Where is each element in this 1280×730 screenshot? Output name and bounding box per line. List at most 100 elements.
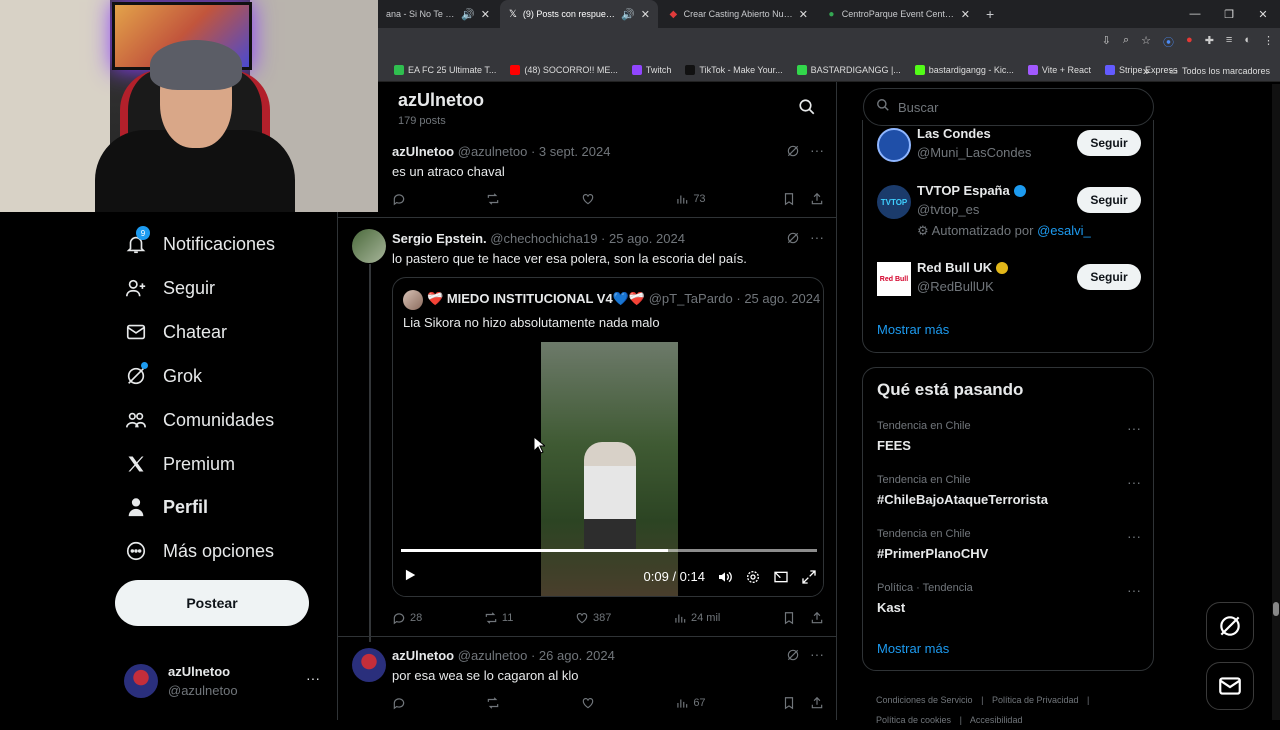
follow-button[interactable]: Seguir [1077, 187, 1141, 213]
tab-close-icon[interactable]: ✕ [961, 8, 970, 21]
views-button[interactable]: 24 mil [673, 611, 720, 625]
reply-button[interactable]: 28 [392, 611, 422, 625]
all-bookmarks-folder[interactable]: Todos los marcadores [1182, 66, 1270, 76]
reply-button[interactable] [392, 696, 410, 710]
bookmark-item[interactable]: Twitch [631, 64, 671, 75]
menu-icon[interactable]: ⋮ [1263, 34, 1274, 50]
trend-item[interactable]: Tendencia en Chile #PrimerPlanoCHV ··· [877, 528, 1141, 561]
tab-maps[interactable]: ● CentroParque Event Center - G ✕ [818, 0, 978, 28]
tab-close-icon[interactable]: ✕ [481, 8, 490, 21]
media-icon[interactable]: ≡ [1226, 34, 1232, 50]
sidebar-item-notifications[interactable]: 9 Notificaciones [124, 226, 275, 256]
footer-link[interactable]: Política de Privacidad [992, 695, 1079, 705]
footer-link[interactable]: Política de cookies [876, 715, 951, 725]
account-more-icon[interactable]: ··· [306, 670, 320, 686]
follow-suggestion[interactable]: TVTOP TVTOP España @tvtop_es ⚙ Automatiz… [877, 183, 1141, 247]
bookmark-item[interactable]: (48) SOCORRO!! ME... [510, 64, 618, 75]
retweet-button[interactable] [486, 192, 504, 206]
bookmark-item[interactable]: Vite + React [1027, 64, 1091, 75]
new-tab-button[interactable]: + [978, 0, 1002, 28]
bookmarks-overflow-icon[interactable]: » [1143, 64, 1150, 78]
follow-suggestion[interactable]: Las Condes @Muni_LasCondes Seguir [877, 126, 1141, 176]
bookmark-icon[interactable] [782, 192, 796, 206]
more-icon[interactable]: ··· [810, 142, 824, 158]
reply-button[interactable] [392, 192, 410, 206]
page-scrollbar[interactable] [1272, 84, 1280, 720]
video-player[interactable]: 0:09 / 0:14 [393, 342, 823, 596]
more-icon[interactable]: ··· [810, 229, 824, 245]
volume-icon[interactable] [717, 569, 733, 585]
like-button[interactable]: 387 [575, 611, 611, 625]
follow-button[interactable]: Seguir [1077, 264, 1141, 290]
tab-youtube[interactable]: ana - Si No Te Quiere - Y 🔊 ✕ [378, 0, 498, 28]
tab-close-icon[interactable]: ✕ [799, 8, 808, 21]
speaker-icon[interactable]: 🔊 [621, 8, 635, 21]
tweet-date[interactable]: 3 sept. 2024 [539, 144, 611, 159]
more-icon[interactable]: ··· [1127, 528, 1141, 544]
more-icon[interactable]: ··· [1127, 582, 1141, 598]
more-icon[interactable]: ··· [1127, 474, 1141, 490]
fullscreen-icon[interactable] [801, 569, 817, 585]
tweet-date[interactable]: 26 ago. 2024 [539, 648, 615, 663]
settings-icon[interactable] [745, 569, 761, 585]
tab-x-posts[interactable]: 𝕏 (9) Posts con respuestas de 🔊 ✕ [500, 0, 658, 28]
retweet-button[interactable] [486, 696, 504, 710]
share-icon[interactable] [810, 611, 824, 625]
sidebar-item-profile[interactable]: Perfil [124, 495, 208, 519]
trend-item[interactable]: Tendencia en Chile FEES ··· [877, 420, 1141, 453]
show-more-link[interactable]: Mostrar más [877, 641, 949, 656]
grok-icon[interactable] [786, 648, 800, 667]
tweet-date[interactable]: 25 ago. 2024 [609, 231, 685, 246]
sidebar-item-more[interactable]: Más opciones [124, 539, 274, 563]
account-switcher[interactable]: azUlnetoo @azulnetoo ··· [124, 660, 324, 704]
messages-fab-button[interactable] [1206, 662, 1254, 710]
share-icon[interactable] [810, 696, 824, 710]
restore-icon[interactable]: ❐ [1212, 8, 1246, 21]
share-icon[interactable] [810, 192, 824, 206]
footer-link[interactable]: Accesibilidad [970, 715, 1023, 725]
tweet[interactable]: azUlnetoo @azulnetoo · 26 ago. 2024 ··· … [338, 638, 836, 720]
tab-close-icon[interactable]: ✕ [641, 8, 650, 21]
install-icon[interactable]: ⇩ [1102, 34, 1111, 50]
bookmark-item[interactable]: BASTARDIGANGG |... [796, 64, 901, 75]
retweet-button[interactable]: 11 [484, 611, 513, 625]
search-input[interactable] [898, 99, 1138, 115]
bookmark-item[interactable]: TikTok - Make Your... [685, 64, 783, 75]
footer-link[interactable]: Condiciones de Servicio [876, 695, 973, 705]
trend-item[interactable]: Tendencia en Chile #ChileBajoAtaqueTerro… [877, 474, 1141, 507]
extension-icon[interactable]: ● [1186, 34, 1193, 50]
puzzle-icon[interactable]: ✚ [1205, 34, 1214, 50]
bookmark-item[interactable]: EA FC 25 Ultimate T... [394, 64, 496, 75]
show-more-link[interactable]: Mostrar más [877, 322, 949, 337]
post-button[interactable]: Postear [115, 580, 309, 626]
search-icon[interactable] [798, 98, 816, 121]
bookmark-icon[interactable] [782, 611, 796, 625]
tweet-author[interactable]: Sergio Epstein. [392, 231, 487, 246]
play-icon[interactable] [403, 568, 417, 585]
trend-item[interactable]: Política · Tendencia Kast ··· [877, 582, 1141, 615]
grok-icon[interactable] [786, 144, 800, 163]
bookmark-star-icon[interactable]: ☆ [1141, 34, 1151, 50]
views-button[interactable]: 67 [675, 696, 706, 710]
video-progress-bar[interactable] [401, 549, 817, 552]
like-button[interactable] [581, 696, 599, 710]
profile-icon[interactable]: ◐ [1244, 34, 1251, 50]
bookmark-icon[interactable] [782, 696, 796, 710]
quoted-tweet[interactable]: ❤️‍🩹 MIEDO INSTITUCIONAL V4💙❤️‍🩹 @pT_TaP… [392, 277, 824, 597]
minimize-icon[interactable]: — [1178, 8, 1212, 20]
bookmark-item[interactable]: bastardigangg - Kic... [914, 64, 1014, 75]
tweet-author[interactable]: azUlnetoo [392, 648, 454, 663]
tab-casting[interactable]: ◆ Crear Casting Abierto Nuevo R ✕ [660, 0, 816, 28]
more-icon[interactable]: ··· [810, 646, 824, 662]
close-window-icon[interactable]: ✕ [1246, 8, 1280, 21]
speaker-icon[interactable]: 🔊 [461, 8, 475, 21]
zoom-icon[interactable]: ⌕ [1123, 34, 1129, 50]
grok-icon[interactable] [786, 231, 800, 250]
scrollbar-thumb[interactable] [1273, 602, 1279, 616]
pip-icon[interactable] [773, 569, 789, 585]
more-icon[interactable]: ··· [1127, 420, 1141, 436]
sidebar-item-communities[interactable]: Comunidades [124, 408, 274, 432]
grok-fab-button[interactable] [1206, 602, 1254, 650]
sidebar-item-follow[interactable]: Seguir [124, 276, 215, 300]
sidebar-item-premium[interactable]: Premium [124, 452, 235, 476]
